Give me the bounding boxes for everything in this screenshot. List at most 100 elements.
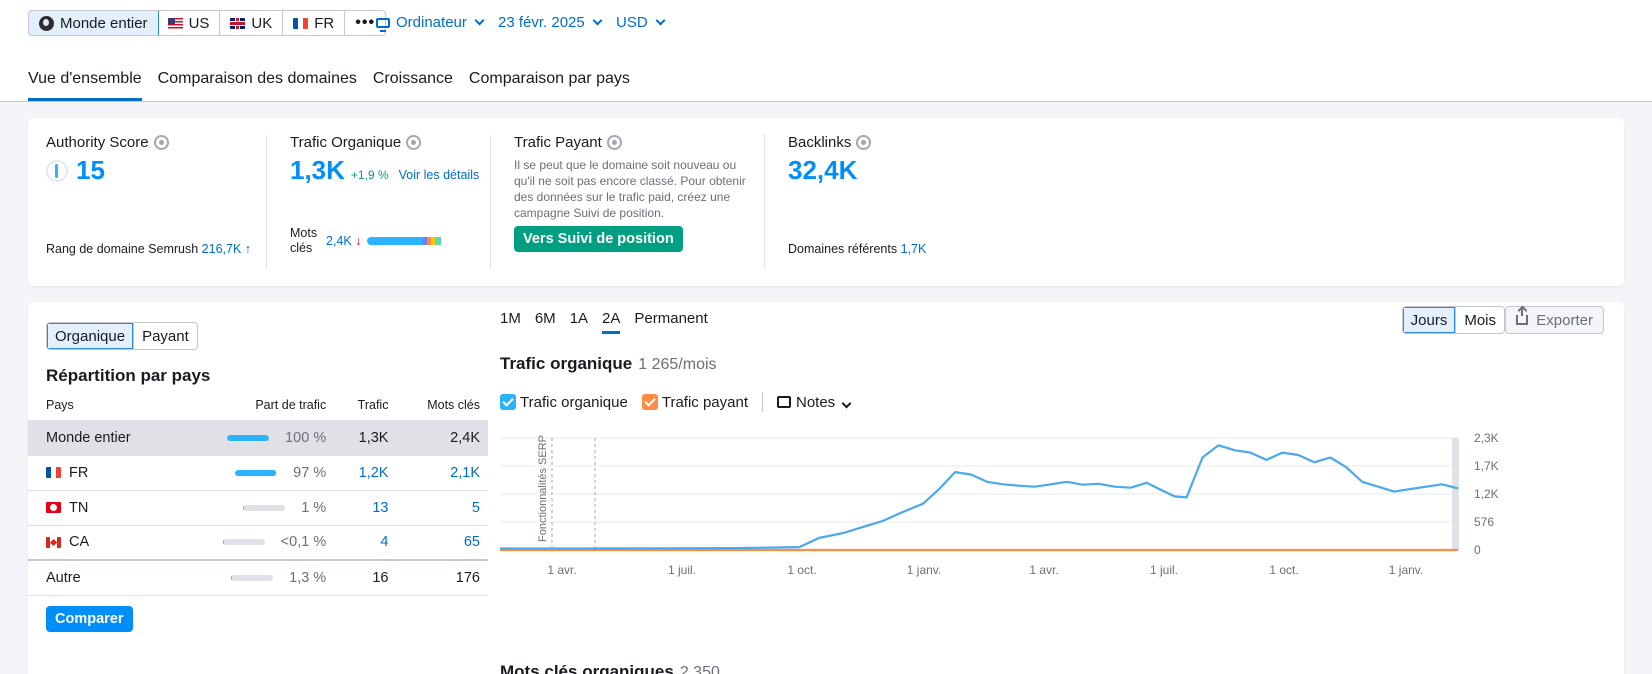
x-tick-label: 1 oct. [1269, 563, 1298, 577]
keywords-value-link[interactable]: 2,4K ↓ [326, 234, 361, 248]
date-dropdown[interactable]: 23 févr. 2025 [498, 14, 603, 31]
chart-title: Trafic organique 1 265/mois [500, 354, 717, 373]
granularity-months[interactable]: Mois [1456, 307, 1504, 333]
share-value: 97 % [293, 464, 327, 481]
traffic-value[interactable]: 4 [380, 534, 388, 550]
share-bar-fill [235, 469, 276, 476]
geo-btn-fr[interactable]: FR [283, 11, 346, 35]
granularity-days[interactable]: Jours [1402, 307, 1457, 333]
traffic-value[interactable]: 1,2K [359, 465, 389, 481]
y-tick-label: 1,2K [1474, 487, 1499, 501]
toggle-paid[interactable]: Payant [134, 323, 197, 349]
period-1m[interactable]: 1M [500, 310, 521, 334]
tab-country-comparison[interactable]: Comparaison par pays [469, 70, 630, 101]
semrush-rank: Rang de domaine Semrush 216,7K ↑ [46, 242, 252, 256]
table-row[interactable]: Monde entier 100 % 1,3K 2,4K [28, 419, 488, 455]
geo-btn-us[interactable]: US [158, 11, 221, 35]
top-bar: Monde entier US UK FR ••• Ordinateur 23 … [0, 0, 1652, 102]
chart-subtitle: 1 265/mois [638, 356, 717, 373]
toggle-organic[interactable]: Organique [47, 323, 135, 349]
tab-growth[interactable]: Croissance [373, 70, 453, 101]
table-row[interactable]: TN 1 % 13 5 [28, 489, 488, 525]
info-icon[interactable] [606, 135, 622, 150]
authority-title: Authority Score [46, 134, 149, 151]
country-name: TN [69, 499, 89, 516]
geo-btn-world[interactable]: Monde entier [29, 11, 159, 35]
organic-value: 1,3K [290, 155, 345, 185]
compare-button[interactable]: Comparer [46, 606, 133, 632]
keywords-value: 2,4K [450, 429, 480, 446]
x-tick-label: 1 juil. [1150, 563, 1178, 577]
chart-scroll-handle [1452, 438, 1458, 550]
x-tick-label: 1 oct. [787, 563, 816, 577]
period-6m[interactable]: 6M [535, 310, 556, 334]
main-card: Organique Payant Répartition par pays Pa… [28, 302, 1624, 674]
rank-value-link[interactable]: 216,7K ↑ [202, 242, 251, 256]
series-line [500, 444, 1459, 550]
checkbox-icon [641, 393, 658, 410]
keywords-distribution-bar [367, 237, 447, 245]
share-value: 100 % [285, 429, 327, 446]
traffic-value: 1,3K [358, 429, 389, 446]
organic-traffic-chart[interactable]: 2,3K 1,7K 1,2K 576 0 Fonctionnalités SERP 1 av… [500, 430, 1540, 590]
flag-fr-icon [293, 17, 309, 29]
col-share[interactable]: Part de trafic [175, 390, 334, 420]
period-2a[interactable]: 2A [602, 310, 621, 334]
tab-domain-comparison[interactable]: Comparaison des domaines [158, 70, 357, 101]
keywords-value[interactable]: 65 [464, 534, 480, 550]
x-tick-label: 1 janv. [907, 563, 941, 577]
legend-organic[interactable]: Trafic organique [500, 393, 628, 411]
table-row[interactable]: CA <0,1 % 4 65 [28, 524, 488, 560]
organic-title: Trafic Organique [290, 134, 402, 151]
legend-paid[interactable]: Trafic payant [641, 393, 748, 411]
info-icon[interactable] [153, 135, 169, 150]
kw-bar-segment [407, 237, 424, 245]
share-bar [235, 469, 278, 476]
col-traffic[interactable]: Trafic [334, 390, 396, 420]
x-tick-label: 1 avr. [1029, 563, 1058, 577]
kw-bar-segment [367, 237, 408, 245]
position-tracking-button[interactable]: Vers Suivi de position [514, 226, 683, 252]
keywords-value[interactable]: 2,1K [450, 465, 480, 481]
kw-bar-segment [435, 237, 442, 245]
paid-title: Trafic Payant [514, 134, 602, 151]
info-icon[interactable] [406, 135, 422, 150]
keywords-label: Mots clés [290, 226, 318, 255]
country-name: CA [69, 534, 90, 551]
globe-icon [39, 15, 54, 31]
monitor-icon [376, 17, 390, 32]
period-1a[interactable]: 1A [570, 310, 588, 334]
backlinks-value: 32,4K [788, 155, 858, 185]
table-row[interactable]: Autre 1,3 % 16 176 [28, 559, 488, 596]
export-button[interactable]: Exporter [1505, 306, 1604, 334]
traffic-value[interactable]: 13 [372, 500, 388, 516]
ref-domains-link[interactable]: 1,7K [901, 242, 927, 256]
flag-us-icon [167, 17, 183, 29]
col-country[interactable]: Pays [28, 390, 175, 420]
country-name: Autre [46, 569, 81, 586]
device-dropdown[interactable]: Ordinateur [376, 14, 485, 32]
details-link[interactable]: Voir les détails [399, 168, 480, 182]
y-tick-label: 2,3K [1474, 431, 1499, 445]
tab-overview[interactable]: Vue d'ensemble [28, 70, 142, 101]
table-row[interactable]: FR 97 % 1,2K 2,1K [28, 454, 488, 490]
share-bar [243, 504, 286, 511]
keywords-value[interactable]: 5 [472, 500, 480, 516]
col-keywords[interactable]: Mots clés [396, 390, 488, 420]
annotation-label: Fonctionnalités SERP [537, 435, 549, 542]
share-bar [222, 539, 265, 546]
info-icon[interactable] [856, 135, 872, 150]
authority-score-block: Authority Score 15 Rang de domaine Semru… [46, 134, 266, 268]
notes-dropdown[interactable]: Notes [777, 394, 852, 411]
traffic-value: 16 [372, 569, 389, 586]
geo-btn-uk[interactable]: UK [220, 11, 284, 35]
period-permanent[interactable]: Permanent [634, 310, 707, 334]
country-table: Pays Part de trafic Trafic Mots clés Mon… [28, 390, 488, 596]
currency-dropdown[interactable]: USD [616, 14, 666, 31]
organic-keywords-title: Mots clés organiques 2 350 [500, 662, 720, 674]
share-bar-fill [227, 434, 270, 441]
granularity-toggle: Jours Mois [1401, 306, 1505, 334]
y-tick-label: 576 [1474, 515, 1494, 529]
y-tick-label: 1,7K [1474, 459, 1499, 473]
upload-icon [1516, 308, 1529, 325]
